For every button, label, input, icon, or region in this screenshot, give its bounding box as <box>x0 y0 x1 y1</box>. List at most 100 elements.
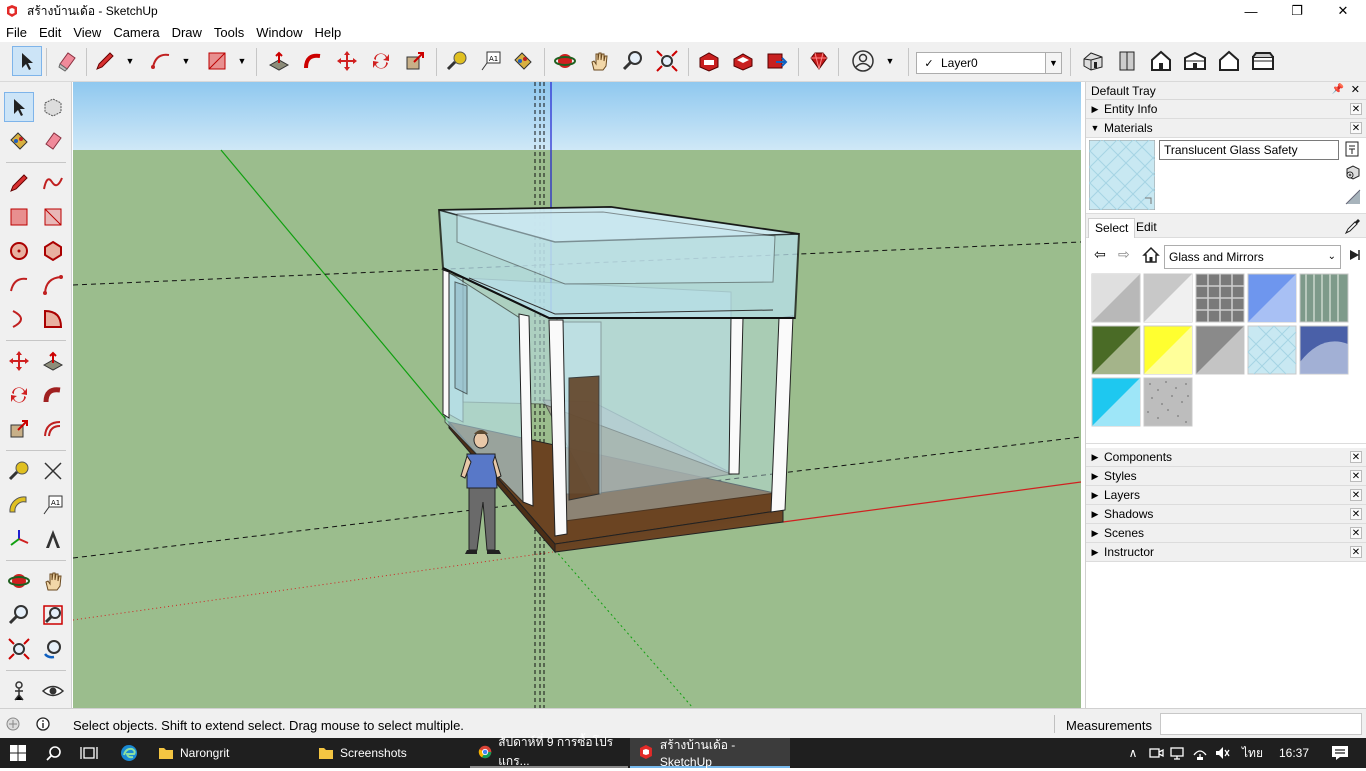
panel-layers[interactable]: ▶ Layers ✕ <box>1086 486 1366 505</box>
swatch-translucent-blue[interactable] <box>1247 273 1297 323</box>
taskbar-app-sketchup[interactable]: สร้างบ้านเด้อ - SketchUp <box>630 738 790 769</box>
account-button[interactable] <box>848 46 878 76</box>
rotated-rectangle-button[interactable] <box>38 202 68 232</box>
panel-close-icon[interactable]: ✕ <box>1350 451 1362 463</box>
panel-components[interactable]: ▶ Components ✕ <box>1086 448 1366 467</box>
info-icon[interactable] <box>36 717 50 731</box>
offset-button[interactable] <box>38 414 68 444</box>
left-zoom-button[interactable] <box>4 600 34 630</box>
dimension-button[interactable] <box>38 456 68 486</box>
3d-text-button[interactable] <box>38 524 68 554</box>
edge-browser-icon[interactable] <box>120 744 138 762</box>
shape-tool-dropdown[interactable]: ▼ <box>236 46 248 76</box>
panel-close-icon[interactable]: ✕ <box>1350 470 1362 482</box>
left-zoom-extents-button[interactable] <box>4 634 34 664</box>
polygon-button[interactable] <box>38 236 68 266</box>
rectangle-tool-button[interactable] <box>202 46 232 76</box>
panel-close-icon[interactable]: ✕ <box>1350 527 1362 539</box>
taskbar-app-screenshots[interactable]: Screenshots <box>310 738 466 768</box>
material-name-field[interactable]: Translucent Glass Safety <box>1159 140 1339 160</box>
menu-edit[interactable]: Edit <box>33 25 67 40</box>
select-tool-button[interactable] <box>12 46 42 76</box>
left-eraser-button[interactable] <box>38 126 68 156</box>
panel-styles[interactable]: ▶ Styles ✕ <box>1086 467 1366 486</box>
left-select-button[interactable] <box>4 92 34 122</box>
menu-file[interactable]: File <box>0 25 33 40</box>
swatch-mirror-2[interactable] <box>1143 273 1193 323</box>
left-follow-me-button[interactable] <box>38 380 68 410</box>
move-tool-button[interactable] <box>332 46 362 76</box>
share-component-button[interactable] <box>728 46 758 76</box>
rotate-tool-button[interactable] <box>366 46 396 76</box>
panel-shadows[interactable]: ▶ Shadows ✕ <box>1086 505 1366 524</box>
look-around-button[interactable] <box>38 676 68 706</box>
left-arc-button[interactable] <box>4 270 34 300</box>
paint-bucket-tool-button[interactable] <box>508 46 538 76</box>
geo-location-icon[interactable] <box>6 717 20 731</box>
network-icon[interactable] <box>1170 745 1186 761</box>
material-display-icon[interactable] <box>1345 141 1359 157</box>
chevron-up-icon[interactable]: ∧ <box>1122 746 1144 760</box>
swatch-frosted-glass[interactable] <box>1143 377 1193 427</box>
make-component-button[interactable] <box>38 92 68 122</box>
wifi-icon[interactable] <box>1192 745 1208 761</box>
pan-tool-button[interactable] <box>584 46 614 76</box>
zoom-extents-button[interactable] <box>652 46 682 76</box>
left-view-button[interactable] <box>1248 46 1278 76</box>
material-library-select[interactable]: Glass and Mirrors ⌄ <box>1164 245 1341 269</box>
swatch-mirror-1[interactable] <box>1091 273 1141 323</box>
swatch-block-glass[interactable] <box>1195 273 1245 323</box>
three-point-arc-button[interactable] <box>4 304 34 334</box>
measurements-input[interactable] <box>1160 713 1362 735</box>
follow-me-tool-button[interactable] <box>298 46 328 76</box>
create-material-icon[interactable] <box>1345 164 1361 180</box>
tape-measure-tool-button[interactable] <box>442 46 472 76</box>
details-arrow-icon[interactable] <box>1347 247 1363 263</box>
material-preview-swatch[interactable] <box>1089 140 1155 210</box>
left-pan-button[interactable] <box>38 566 68 596</box>
panel-close-icon[interactable]: ✕ <box>1350 508 1362 520</box>
left-push-pull-button[interactable] <box>38 346 68 376</box>
text-tool-button[interactable]: A1 <box>476 46 506 76</box>
tab-edit[interactable]: Edit <box>1130 218 1163 238</box>
menu-help[interactable]: Help <box>309 25 348 40</box>
home-icon[interactable] <box>1142 246 1160 264</box>
swatch-glass-corrugated[interactable] <box>1299 273 1349 323</box>
menu-view[interactable]: View <box>67 25 107 40</box>
eyedropper-icon[interactable] <box>1344 217 1362 235</box>
swatch-translucent-cyan[interactable] <box>1091 377 1141 427</box>
layer-dropdown[interactable]: ✓ Layer0 ▼ <box>916 52 1062 74</box>
right-view-button[interactable] <box>1180 46 1210 76</box>
left-scale-button[interactable] <box>4 414 34 444</box>
axes-button[interactable] <box>4 524 34 554</box>
scale-tool-button[interactable] <box>400 46 430 76</box>
swatch-sky-reflection[interactable] <box>1299 325 1349 375</box>
back-arrow-icon[interactable]: ⇦ <box>1094 246 1106 263</box>
circle-button[interactable] <box>4 236 34 266</box>
position-camera-button[interactable] <box>4 676 34 706</box>
close-button[interactable]: ✕ <box>1320 0 1366 22</box>
menu-camera[interactable]: Camera <box>107 25 165 40</box>
arc-tool-dropdown[interactable]: ▼ <box>180 46 192 76</box>
left-text-button[interactable]: A1 <box>38 490 68 520</box>
pin-icon[interactable]: 📌 <box>1332 84 1344 95</box>
windows-start-icon[interactable] <box>10 745 26 761</box>
two-point-arc-button[interactable] <box>38 270 68 300</box>
orbit-tool-button[interactable] <box>550 46 580 76</box>
front-view-button[interactable] <box>1146 46 1176 76</box>
3d-warehouse-button[interactable] <box>694 46 724 76</box>
tab-select[interactable]: Select <box>1088 218 1136 238</box>
menu-window[interactable]: Window <box>250 25 308 40</box>
speaker-muted-icon[interactable] <box>1214 745 1230 761</box>
left-orbit-button[interactable] <box>4 566 34 596</box>
protractor-button[interactable] <box>4 490 34 520</box>
swatch-translucent-yellow[interactable] <box>1143 325 1193 375</box>
menu-draw[interactable]: Draw <box>166 25 208 40</box>
previous-view-button[interactable] <box>38 634 68 664</box>
panel-close-icon[interactable]: ✕ <box>1350 546 1362 558</box>
panel-materials[interactable]: ▼ Materials ✕ <box>1086 119 1366 138</box>
panel-close-icon[interactable]: ✕ <box>1350 103 1362 115</box>
taskbar-app-narongrit[interactable]: Narongrit <box>150 738 306 768</box>
share-model-button[interactable] <box>762 46 792 76</box>
modeling-viewport[interactable] <box>73 82 1081 708</box>
